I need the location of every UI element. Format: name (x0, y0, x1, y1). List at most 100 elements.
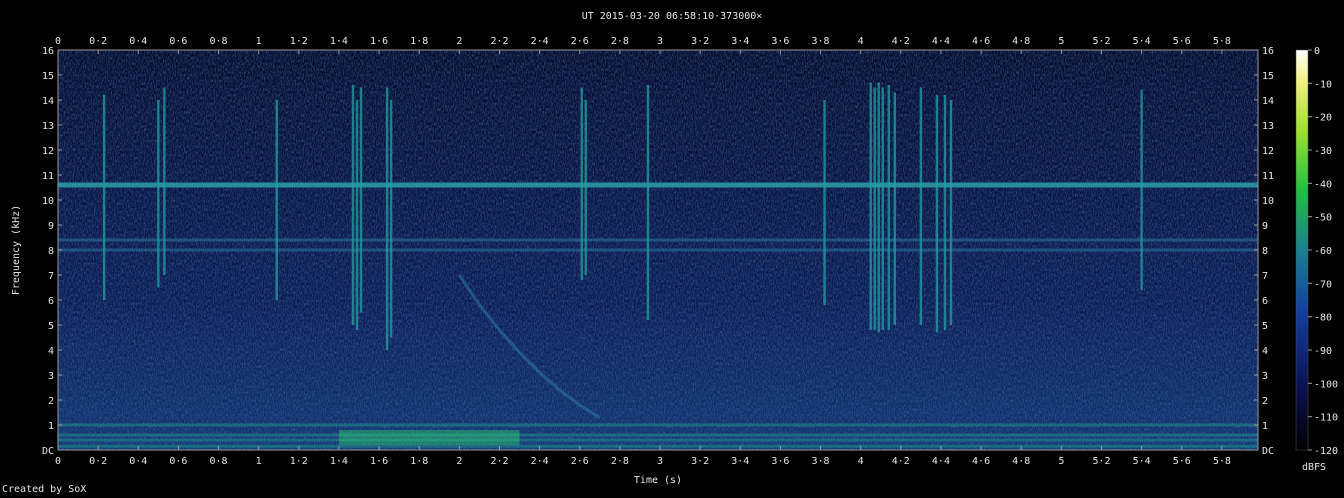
x-tick-label: 4·6 (972, 456, 990, 467)
spectral-line (58, 182, 1258, 188)
x-tick-label: 0·8 (210, 456, 228, 467)
x-tick-label: 5·2 (1092, 456, 1110, 467)
impulse-line (385, 87, 389, 350)
impulse-line (869, 82, 872, 330)
x-tick-label: 4·2 (892, 36, 910, 47)
x-tick-label: 0·6 (169, 36, 187, 47)
colorbar-tick-label: 0 (1314, 46, 1320, 57)
x-tick-label: 0·2 (89, 456, 107, 467)
y-tick-label: 11 (1262, 171, 1274, 182)
y-tick-label: 14 (42, 96, 54, 107)
x-tick-label: 5·8 (1213, 456, 1231, 467)
x-tick-label: 2·8 (611, 36, 629, 47)
colorbar-tick-label: -80 (1314, 313, 1332, 324)
x-tick-label: 4 (858, 456, 864, 467)
impulse-line (646, 85, 650, 320)
x-tick-label: 0·4 (129, 456, 147, 467)
y-tick-label: 6 (1262, 296, 1268, 307)
x-tick-label: 2·8 (611, 456, 629, 467)
x-tick-label: 4·4 (932, 36, 950, 47)
colorbar-label: dBFS (1302, 462, 1326, 473)
y-tick-label: DC (42, 446, 54, 457)
y-tick-label: 13 (1262, 121, 1274, 132)
x-tick-label: 5·6 (1173, 456, 1191, 467)
colorbar-tick-label: -60 (1314, 246, 1332, 257)
x-tick-label: 2 (456, 36, 462, 47)
x-tick-label: 3·4 (731, 456, 749, 467)
y-tick-label: 16 (42, 46, 54, 57)
impulse-line (359, 87, 363, 313)
y-tick-label: 4 (48, 346, 54, 357)
impulse-line (351, 85, 355, 325)
x-tick-label: 3·2 (691, 36, 709, 47)
impulse-line (943, 95, 947, 330)
x-tick-label: 3 (657, 456, 663, 467)
x-tick-label: 5 (1058, 36, 1064, 47)
impulse-line (873, 87, 876, 330)
colorbar-tick-label: -90 (1314, 346, 1332, 357)
y-tick-label: 4 (1262, 346, 1268, 357)
impulse-line (163, 87, 166, 275)
spectral-line (58, 238, 1258, 242)
colorbar-ticks: 0 -10 -20 -30 -40 -50 -60 -70 -80 -90 -100 -110 -120 (1308, 46, 1338, 457)
x-tick-label: 4·8 (1012, 456, 1030, 467)
x-tick-label: 5·4 (1133, 456, 1151, 467)
x-tick-label: 1·2 (290, 456, 308, 467)
x-tick-label: 4·8 (1012, 36, 1030, 47)
impulse-line (157, 100, 160, 288)
x-tick-label: 1·6 (370, 36, 388, 47)
y-axis-label: Frequency (kHz) (11, 205, 22, 295)
colorbar-tick-label: -70 (1314, 279, 1332, 290)
y-tick-label: 3 (48, 371, 54, 382)
colorbar-gradient (1295, 49, 1309, 451)
x-tick-label: 1·4 (330, 36, 348, 47)
y-tick-label: DC (1262, 446, 1274, 457)
x-tick-label: 3·6 (771, 456, 789, 467)
impulse-line (919, 87, 923, 325)
y-tick-label: 12 (42, 146, 54, 157)
x-tick-label: 0·8 (210, 36, 228, 47)
impulse-line (823, 100, 826, 305)
x-tick-label: 1 (256, 36, 262, 47)
created-by-credit: Created by SoX (2, 484, 87, 495)
spectral-line (58, 433, 1258, 437)
x-tick-label: 2 (456, 456, 462, 467)
colorbar-tick-label: -30 (1314, 146, 1332, 157)
y-tick-label: 2 (1262, 396, 1268, 407)
y-tick-label: 15 (1262, 71, 1274, 82)
spectrogram-chart: UT 2015-03-20 06:58:10·373000× 0 0·2 0·4 0·… (11, 11, 1338, 486)
x-tick-label: 3 (657, 36, 663, 47)
y-tick-label: 10 (1262, 196, 1274, 207)
y-tick-label: 9 (1262, 221, 1268, 232)
impulse-line (275, 100, 278, 300)
x-tick-label: 4·2 (892, 456, 910, 467)
impulse-line (887, 85, 890, 330)
impulse-line (1140, 90, 1143, 290)
y-tick-label: 12 (1262, 146, 1274, 157)
y-tick-label: 15 (42, 71, 54, 82)
impulse-line (580, 87, 583, 280)
colorbar-tick-label: -40 (1314, 179, 1332, 190)
chart-title: UT 2015-03-20 06:58:10·373000× (582, 11, 763, 22)
x-tick-label: 0·2 (89, 36, 107, 47)
x-tick-label: 2·6 (571, 456, 589, 467)
x-tick-label: 5 (1058, 456, 1064, 467)
y-tick-label: 8 (48, 246, 54, 257)
plot-area (57, 49, 1259, 451)
y-tick-label: 5 (1262, 321, 1268, 332)
x-tick-label: 0 (55, 36, 61, 47)
x-tick-label: 4·6 (972, 36, 990, 47)
impulse-line (355, 100, 359, 330)
colorbar-tick-label: -110 (1314, 413, 1338, 424)
x-tick-label: 2·2 (490, 456, 508, 467)
impulse-line (881, 87, 884, 330)
x-tick-label: 0·6 (169, 456, 187, 467)
x-tick-label: 4·4 (932, 456, 950, 467)
colorbar-tick-label: -50 (1314, 213, 1332, 224)
y-tick-label: 1 (1262, 421, 1268, 432)
lowfreq-burst (338, 430, 520, 445)
x-tick-label: 3·6 (771, 36, 789, 47)
x-tick-label: 0·4 (129, 36, 147, 47)
impulse-line (389, 100, 393, 338)
x-tick-label: 1·8 (410, 36, 428, 47)
